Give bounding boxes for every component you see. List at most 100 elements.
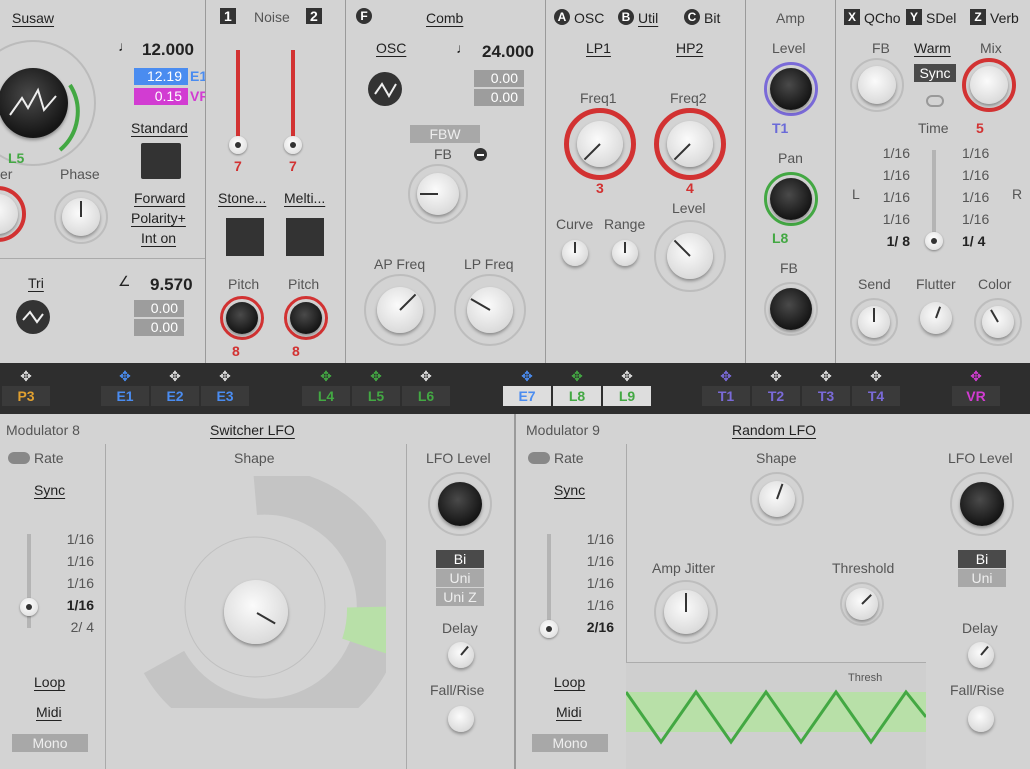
comb-title[interactable]: Comb	[426, 10, 463, 26]
noise-2-slider[interactable]	[291, 50, 295, 150]
rate-toggle-icon[interactable]	[8, 452, 30, 464]
freq1-knob[interactable]	[564, 108, 636, 180]
c-badge[interactable]: C	[684, 9, 700, 25]
mod-slot-p3[interactable]: ✥ P3	[2, 363, 50, 414]
mod9-bi[interactable]: Bi	[958, 550, 1006, 568]
filter-level-knob[interactable]	[654, 220, 726, 292]
mod-slot-e1[interactable]: ✥ E1	[101, 363, 149, 414]
fx-x-qcho[interactable]: QCho	[864, 10, 901, 26]
mod9-type[interactable]: Random LFO	[732, 422, 816, 438]
range-knob[interactable]	[610, 238, 640, 268]
mod-slot-e3[interactable]: ✥ E3	[201, 363, 249, 414]
send-knob[interactable]	[850, 298, 898, 346]
mod8-type[interactable]: Switcher LFO	[210, 422, 295, 438]
mod8-lfo-level-knob[interactable]	[428, 472, 492, 536]
freq2-knob[interactable]	[654, 108, 726, 180]
mod-slot-e7[interactable]: ✥ E7	[503, 363, 551, 414]
mod8-mono[interactable]: Mono	[12, 734, 88, 752]
mod-slot-l8[interactable]: ✥ L8	[553, 363, 601, 414]
fbw-toggle[interactable]: FBW	[410, 125, 480, 143]
color-knob[interactable]	[974, 298, 1022, 346]
mod9-mono[interactable]: Mono	[532, 734, 608, 752]
noise-2-thumb[interactable]	[284, 136, 302, 154]
mod-slot-l5[interactable]: ✥ L5	[352, 363, 400, 414]
mod8-delay-knob[interactable]	[446, 640, 476, 670]
triangle-wave-icon[interactable]	[16, 300, 50, 334]
mod-slot-t3[interactable]: ✥ T3	[802, 363, 850, 414]
noise-1-thumb[interactable]	[229, 136, 247, 154]
mod-slot-t1[interactable]: ✥ T1	[702, 363, 750, 414]
noise-2-pitch-knob[interactable]	[284, 296, 328, 340]
forward-toggle[interactable]: Forward	[134, 190, 185, 206]
mod9-delay-knob[interactable]	[966, 640, 996, 670]
mod8-rate-list[interactable]: 1/16 1/16 1/16 1/16 2/ 4	[52, 528, 94, 638]
ap-freq-knob[interactable]	[364, 274, 436, 346]
comb-a-value[interactable]: 0.00	[474, 70, 524, 87]
mod8-uniz[interactable]: Uni Z	[436, 588, 484, 606]
flutter-knob[interactable]	[916, 298, 956, 338]
noise-1-pitch-knob[interactable]	[220, 296, 264, 340]
filter-c-bit[interactable]: Bit	[704, 10, 720, 26]
hp2-type[interactable]: HP2	[676, 40, 703, 56]
link-icon[interactable]	[926, 95, 944, 107]
mod9-fall-knob[interactable]	[966, 704, 996, 734]
noise-2-type[interactable]: Melti...	[284, 190, 325, 206]
curve-knob[interactable]	[560, 238, 590, 268]
e1-mod-value[interactable]: 12.19	[134, 68, 188, 85]
mod9-lfo-level-knob[interactable]	[950, 472, 1014, 536]
mod8-fall-knob[interactable]	[446, 704, 476, 734]
mod8-midi[interactable]: Midi	[36, 704, 62, 720]
fx-left-rates[interactable]: 1/16 1/16 1/16 1/16 1/ 8	[872, 142, 910, 252]
time-slider-thumb[interactable]	[925, 232, 943, 250]
sub-osc-wave[interactable]: Tri	[28, 275, 44, 291]
f-badge[interactable]: F	[356, 8, 372, 24]
fx-right-rates[interactable]: 1/16 1/16 1/16 1/16 1/ 4	[962, 142, 1006, 252]
comb-source[interactable]: OSC	[376, 40, 406, 56]
mod-slot-vr[interactable]: ✥ VR	[952, 363, 1000, 414]
mod9-sync[interactable]: Sync	[554, 482, 585, 498]
mod-slot-l6[interactable]: ✥ L6	[402, 363, 450, 414]
osc-mode[interactable]: Standard	[131, 120, 188, 136]
mod9-uni[interactable]: Uni	[958, 569, 1006, 587]
mod-slot-l4[interactable]: ✥ L4	[302, 363, 350, 414]
phase-knob[interactable]	[54, 190, 108, 244]
mod-slot-e2[interactable]: ✥ E2	[151, 363, 199, 414]
mix-knob[interactable]	[962, 58, 1016, 112]
warm-toggle[interactable]: Warm	[914, 40, 951, 56]
int-toggle[interactable]: Int on	[141, 230, 176, 246]
mod9-rate-list[interactable]: 1/16 1/16 1/16 1/16 2/16	[572, 528, 614, 638]
noise-1-badge[interactable]: 1	[220, 8, 236, 24]
a-badge[interactable]: A	[554, 9, 570, 25]
time-slider[interactable]	[932, 150, 936, 240]
z-badge[interactable]: Z	[970, 9, 986, 25]
fx-fb-knob[interactable]	[850, 58, 904, 112]
mod8-uni[interactable]: Uni	[436, 569, 484, 587]
pan-knob[interactable]	[764, 172, 818, 226]
osc-main-knob[interactable]	[0, 40, 96, 166]
mod9-rate-slider[interactable]	[547, 534, 551, 628]
mod8-loop[interactable]: Loop	[34, 674, 65, 690]
filter-a-osc[interactable]: OSC	[574, 10, 604, 26]
mod9-midi[interactable]: Midi	[556, 704, 582, 720]
sub-osc-value[interactable]: 9.570	[150, 275, 193, 295]
osc-coarse-value[interactable]: 12.000	[142, 40, 194, 60]
mod-slot-t2[interactable]: ✥ T2	[752, 363, 800, 414]
mod8-sync[interactable]: Sync	[34, 482, 65, 498]
comb-b-value[interactable]: 0.00	[474, 89, 524, 106]
y-badge[interactable]: Y	[906, 9, 922, 25]
rate-toggle-icon[interactable]	[528, 452, 550, 464]
amp-level-knob[interactable]	[764, 62, 818, 116]
comb-coarse-value[interactable]: 24.000	[482, 42, 534, 62]
mod-slot-l9[interactable]: ✥ L9	[603, 363, 651, 414]
sub-b-value[interactable]: 0.00	[134, 319, 184, 336]
sub-a-value[interactable]: 0.00	[134, 300, 184, 317]
mod-slot-t4[interactable]: ✥ T4	[852, 363, 900, 414]
sync-toggle[interactable]: Sync	[914, 64, 956, 82]
mod9-threshold-knob[interactable]	[840, 582, 884, 626]
osc-waveform-title[interactable]: Susaw	[12, 10, 54, 26]
polarity-toggle[interactable]: Polarity+	[131, 210, 186, 226]
noise-1-type[interactable]: Stone...	[218, 190, 266, 206]
lp-freq-knob[interactable]	[454, 274, 526, 346]
mod8-shape-knob[interactable]	[222, 578, 292, 648]
mod9-shape-knob[interactable]	[750, 472, 804, 526]
